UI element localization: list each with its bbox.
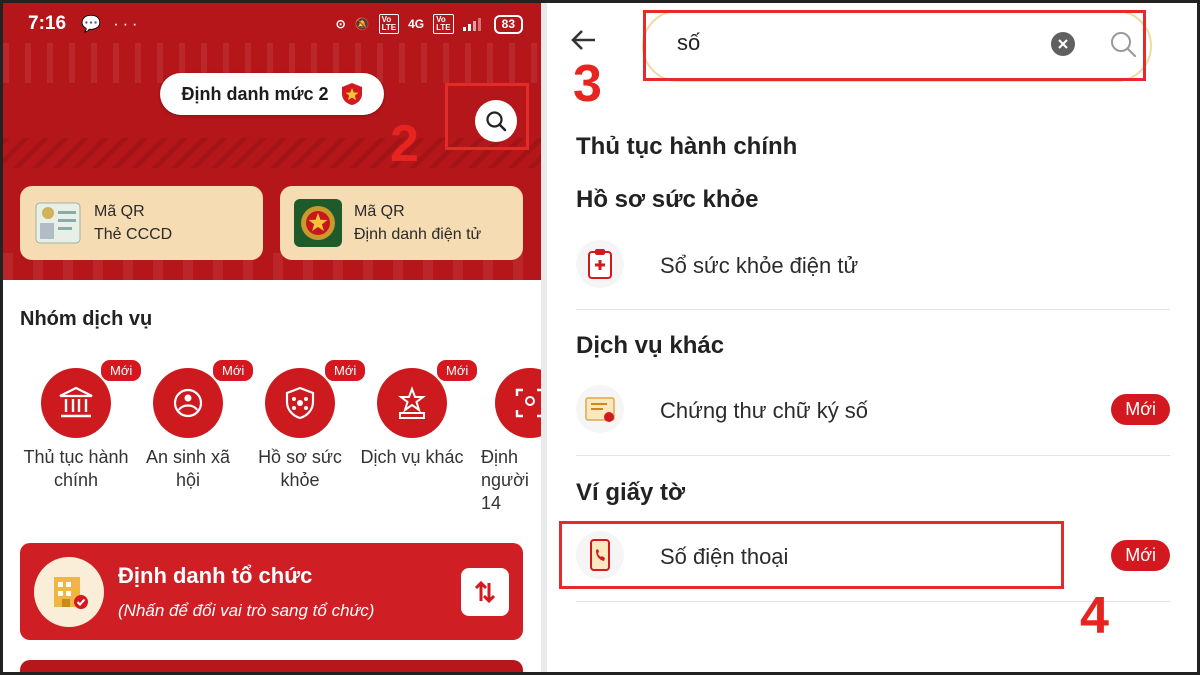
divider	[576, 309, 1170, 310]
org-card-subtitle: (Nhấn để đổi vai trò sang tổ chức)	[118, 601, 375, 620]
category-health-records: Hồ sơ sức khỏe	[576, 186, 759, 213]
qr-cccd-card[interactable]: Mã QR Thẻ CCCD	[20, 186, 263, 260]
result-label: Chứng thư chữ ký số	[660, 398, 869, 423]
battery-indicator: 83	[493, 14, 523, 34]
organization-identity-card[interactable]: Định danh tổ chức (Nhấn để đổi vai trò s…	[20, 543, 523, 640]
id-scan-icon	[515, 388, 541, 418]
highlight-box-phone-number	[559, 521, 1064, 589]
social-care-icon	[173, 388, 203, 418]
service-group-title: Nhóm dịch vụ	[20, 308, 153, 330]
result-item-digital-certificate[interactable]: Chứng thư chữ ký số Mới	[576, 376, 1170, 444]
service-item-identity-partial[interactable]: Định người 14	[469, 358, 541, 515]
step-label-3: 3	[573, 55, 602, 113]
qr-cccd-line1: Mã QR	[94, 203, 145, 220]
qr-cccd-line2: Thẻ CCCD	[94, 226, 173, 243]
service-label: Hồ sơ sức khỏe	[258, 447, 342, 490]
notification-icons: 💬 ···	[81, 16, 142, 33]
highlight-box-search-field	[643, 10, 1146, 81]
qr-digital-line1: Mã QR	[354, 203, 405, 220]
highlight-box-search	[445, 83, 529, 150]
signal-icon	[462, 18, 481, 31]
service-item-other[interactable]: Mới Dịch vụ khác	[357, 358, 480, 469]
building-icon	[54, 577, 88, 609]
org-card-title: Định danh tổ chức	[118, 563, 313, 588]
next-card-edge	[20, 660, 523, 672]
new-badge: Mới	[1111, 394, 1170, 425]
medical-clipboard-icon	[588, 249, 612, 279]
home-screen: 7:16 💬 ··· ⊙ 🔕 Vo LTE 4G Vo LTE 83 Định da…	[3, 3, 541, 672]
volte-icon: Vo LTE	[378, 14, 400, 34]
service-label: An sinh xã hội	[145, 447, 231, 490]
result-label: Sổ sức khỏe điện tử	[660, 253, 859, 278]
category-document-wallet: Ví giấy tờ	[576, 479, 686, 506]
mute-icon: 🔕	[354, 17, 370, 31]
service-item-administrative[interactable]: Mới Thủ tục hành chính	[21, 358, 144, 492]
police-emblem-icon	[294, 199, 342, 247]
service-label: Dịch vụ khác	[360, 447, 464, 467]
category-administrative: Thủ tục hành chính	[576, 133, 798, 160]
category-other-services: Dịch vụ khác	[576, 332, 725, 359]
search-screen: số 3 Thủ tục hành chính Hồ sơ sức khỏe S…	[547, 3, 1197, 672]
step-label-4: 4	[1080, 587, 1109, 645]
status-bar: 7:16 💬 ··· ⊙ 🔕 Vo LTE 4G Vo LTE 83	[3, 3, 541, 43]
new-badge: Mới	[1111, 540, 1170, 571]
id-card-icon	[35, 202, 81, 244]
service-label: Thủ tục hành chính	[23, 447, 129, 490]
swap-arrows-icon	[474, 580, 496, 604]
step-label-2: 2	[390, 115, 419, 173]
identity-level-label: Định danh mức 2	[181, 83, 329, 104]
service-item-health-records[interactable]: Mới Hồ sơ sức khỏe	[245, 358, 368, 492]
back-arrow-icon[interactable]	[569, 25, 599, 55]
status-time: 7:16	[28, 13, 67, 34]
service-item-social-security[interactable]: Mới An sinh xã hội	[133, 358, 256, 492]
qr-digital-id-card[interactable]: Mã QR Định danh điện tử	[280, 186, 523, 260]
health-shield-icon	[285, 386, 315, 420]
volte-icon-2: Vo LTE	[433, 14, 454, 34]
result-item-health-book[interactable]: Sổ sức khỏe điện tử	[576, 231, 1170, 299]
identity-level-pill[interactable]: Định danh mức 2	[160, 73, 384, 115]
link-icon: ⊙	[335, 17, 346, 31]
star-podium-icon	[398, 386, 426, 419]
service-label: Định người 14	[481, 447, 529, 513]
shield-star-icon	[341, 83, 362, 105]
divider	[576, 455, 1170, 456]
switch-role-button[interactable]	[461, 568, 509, 616]
qr-digital-line2: Định danh điện tử	[354, 226, 482, 243]
certificate-icon	[585, 397, 615, 422]
network-label: 4G	[408, 17, 425, 31]
bank-icon	[59, 386, 93, 418]
